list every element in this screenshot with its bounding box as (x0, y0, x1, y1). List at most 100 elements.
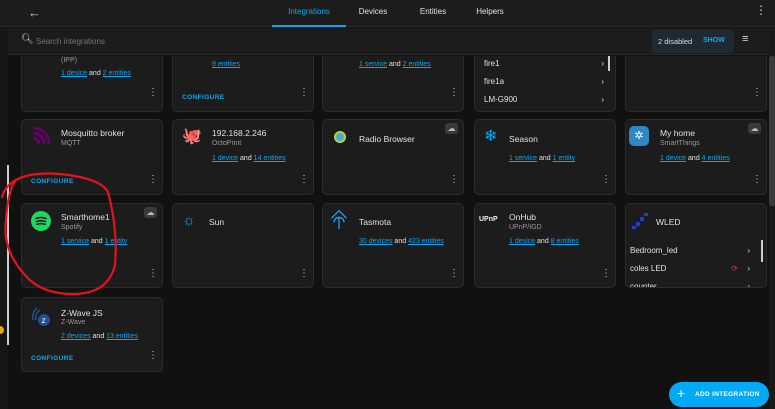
cloud-icon: ☁ (445, 123, 458, 134)
integration-card-2[interactable]: 9 entities CONFIGURE ⋮ (172, 56, 314, 112)
and-text: and (537, 238, 549, 245)
card-menu-icon[interactable]: ⋮ (752, 88, 762, 98)
card-title: Tasmota (359, 217, 392, 227)
card-subtitle: OctoPrint (212, 140, 242, 147)
integration-card-season[interactable]: ❄ Season 1 service and 1 entity ⋮ (474, 119, 616, 195)
devices-link[interactable]: 1 device (660, 155, 686, 162)
entities-link[interactable]: 8 entities (551, 238, 579, 245)
tasmota-icon (331, 209, 347, 229)
search-bar: 🔍︎ 2 disabled SHOW ≡ (8, 28, 775, 55)
upnp-logo: UPnP (479, 216, 498, 223)
configure-button[interactable]: CONFIGURE (31, 355, 74, 362)
smartthings-icon: ✲ (629, 126, 649, 146)
integration-card-smartthings[interactable]: ✲ My home SmartThings 1 device and 4 ent… (625, 119, 767, 195)
filter-icon[interactable]: ≡ (742, 33, 748, 45)
radio-browser-icon (334, 131, 346, 143)
device-item[interactable]: coles LED ⟳ › (630, 264, 750, 273)
top-bar: ← Integrations Devices Entities Helpers … (0, 0, 775, 27)
entities-link[interactable]: 9 entities (212, 61, 240, 68)
devices-link[interactable]: 30 devices (359, 238, 392, 245)
card-menu-icon[interactable]: ⋮ (449, 175, 459, 185)
integration-card-4[interactable]: fire1 › fire1a › LM-G900 › (474, 56, 616, 112)
card-menu-icon[interactable]: ⋮ (752, 175, 762, 185)
device-item[interactable]: LM-G900 › (484, 95, 604, 104)
card-title: Sun (209, 217, 225, 227)
devices-link[interactable]: 1 device (61, 70, 87, 77)
card-title: 192.168.2.246 (212, 128, 267, 138)
card-menu-icon[interactable]: ⋮ (299, 88, 309, 98)
entities-link[interactable]: 423 entities (408, 238, 444, 245)
card-title: Z-Wave JS (61, 308, 103, 318)
integration-card-octoprint[interactable]: 🐙 192.168.2.246 OctoPrint 1 device and 1… (172, 119, 314, 195)
wled-icon (632, 213, 648, 229)
integration-card-wled[interactable]: WLED Bedroom_led › coles LED ⟳ › counter › (625, 203, 767, 288)
device-list-scrollbar[interactable] (608, 56, 610, 71)
integration-card-radio-browser[interactable]: Radio Browser ☁ ⋮ (322, 119, 464, 195)
services-link[interactable]: 1 service (359, 61, 387, 68)
entities-link[interactable]: 2 entities (403, 61, 431, 68)
tab-devices[interactable]: Devices (350, 0, 396, 27)
show-disabled-button[interactable]: SHOW (703, 37, 725, 44)
cloud-icon: ☁ (748, 123, 761, 134)
entities-link[interactable]: 14 entities (254, 155, 286, 162)
disabled-count: 2 disabled (658, 37, 693, 46)
services-link[interactable]: 1 service (509, 155, 537, 162)
cards-row-top: (IPP) 1 device and 2 entities ⋮ 9 entiti… (0, 56, 769, 114)
card-menu-icon[interactable]: ⋮ (601, 175, 611, 185)
add-integration-button[interactable]: + ADD INTEGRATION (669, 382, 769, 407)
svg-text:z: z (42, 316, 46, 325)
device-item[interactable]: fire1 › (484, 59, 604, 68)
card-menu-icon[interactable]: ⋮ (299, 269, 309, 279)
card-menu-icon[interactable]: ⋮ (449, 269, 459, 279)
card-menu-icon[interactable]: ⋮ (299, 175, 309, 185)
device-list-scrollbar[interactable] (761, 240, 763, 262)
card-subtitle: Z-Wave (61, 319, 86, 326)
and-text: and (688, 155, 700, 162)
device-item[interactable]: counter › (630, 282, 750, 287)
search-input[interactable] (36, 34, 336, 48)
and-text: and (240, 155, 252, 162)
back-arrow-icon[interactable]: ← (28, 5, 41, 20)
add-integration-label: ADD INTEGRATION (695, 391, 760, 398)
devices-link[interactable]: 2 devices (61, 333, 91, 340)
page-scrollbar[interactable] (769, 28, 775, 409)
red-circle-annotation (0, 172, 117, 296)
entities-link[interactable]: 13 entities (106, 333, 138, 340)
integration-card-zwave[interactable]: z Z-Wave JS Z-Wave 2 devices and 13 enti… (21, 297, 163, 372)
card-title: WLED (656, 217, 681, 227)
zwave-icon: z (31, 307, 50, 326)
card-subtitle: MQTT (61, 140, 81, 147)
card-menu-icon[interactable]: ⋮ (449, 88, 459, 98)
devices-link[interactable]: 1 device (212, 155, 238, 162)
integration-card-onhub[interactable]: UPnP OnHub UPnP/IGD 1 device and 8 entit… (474, 203, 616, 288)
devices-link[interactable]: 1 device (509, 238, 535, 245)
overflow-menu-icon[interactable]: ⋮ (755, 3, 767, 17)
device-item[interactable]: fire1a › (484, 77, 604, 86)
device-item[interactable]: Bedroom_led › (630, 246, 750, 255)
tab-integrations[interactable]: Integrations (272, 0, 346, 27)
card-title: My home (660, 128, 695, 138)
entities-link[interactable]: 1 entity (553, 155, 576, 162)
card-menu-icon[interactable]: ⋮ (601, 269, 611, 279)
octoprint-icon: 🐙 (182, 128, 202, 145)
and-text: and (538, 155, 551, 162)
integration-card-3[interactable]: 1 service and 2 entities ⋮ (322, 56, 464, 112)
tab-entities[interactable]: Entities (410, 0, 456, 27)
tab-helpers[interactable]: Helpers (467, 0, 513, 27)
integration-card-5[interactable]: ⋮ (625, 56, 767, 112)
and-text: and (388, 61, 401, 68)
entities-link[interactable]: 4 entities (702, 155, 730, 162)
sun-icon: ☼ (182, 212, 196, 229)
card-menu-icon[interactable]: ⋮ (148, 88, 158, 98)
card-menu-icon[interactable]: ⋮ (148, 351, 158, 361)
entities-link[interactable]: 2 entities (103, 70, 131, 77)
card-subtitle: SmartThings (660, 140, 700, 147)
season-snowflake-icon: ❄ (484, 128, 498, 145)
configure-button[interactable]: CONFIGURE (182, 94, 225, 101)
card-title: Mosquitto broker (61, 128, 125, 138)
integration-card-sun[interactable]: ☼ Sun ⋮ (172, 203, 314, 288)
integration-card-tasmota[interactable]: Tasmota 30 devices and 423 entities ⋮ (322, 203, 464, 288)
integration-card-ipp[interactable]: (IPP) 1 device and 2 entities ⋮ (21, 56, 163, 112)
card-title: OnHub (509, 212, 536, 222)
and-text: and (92, 333, 105, 340)
